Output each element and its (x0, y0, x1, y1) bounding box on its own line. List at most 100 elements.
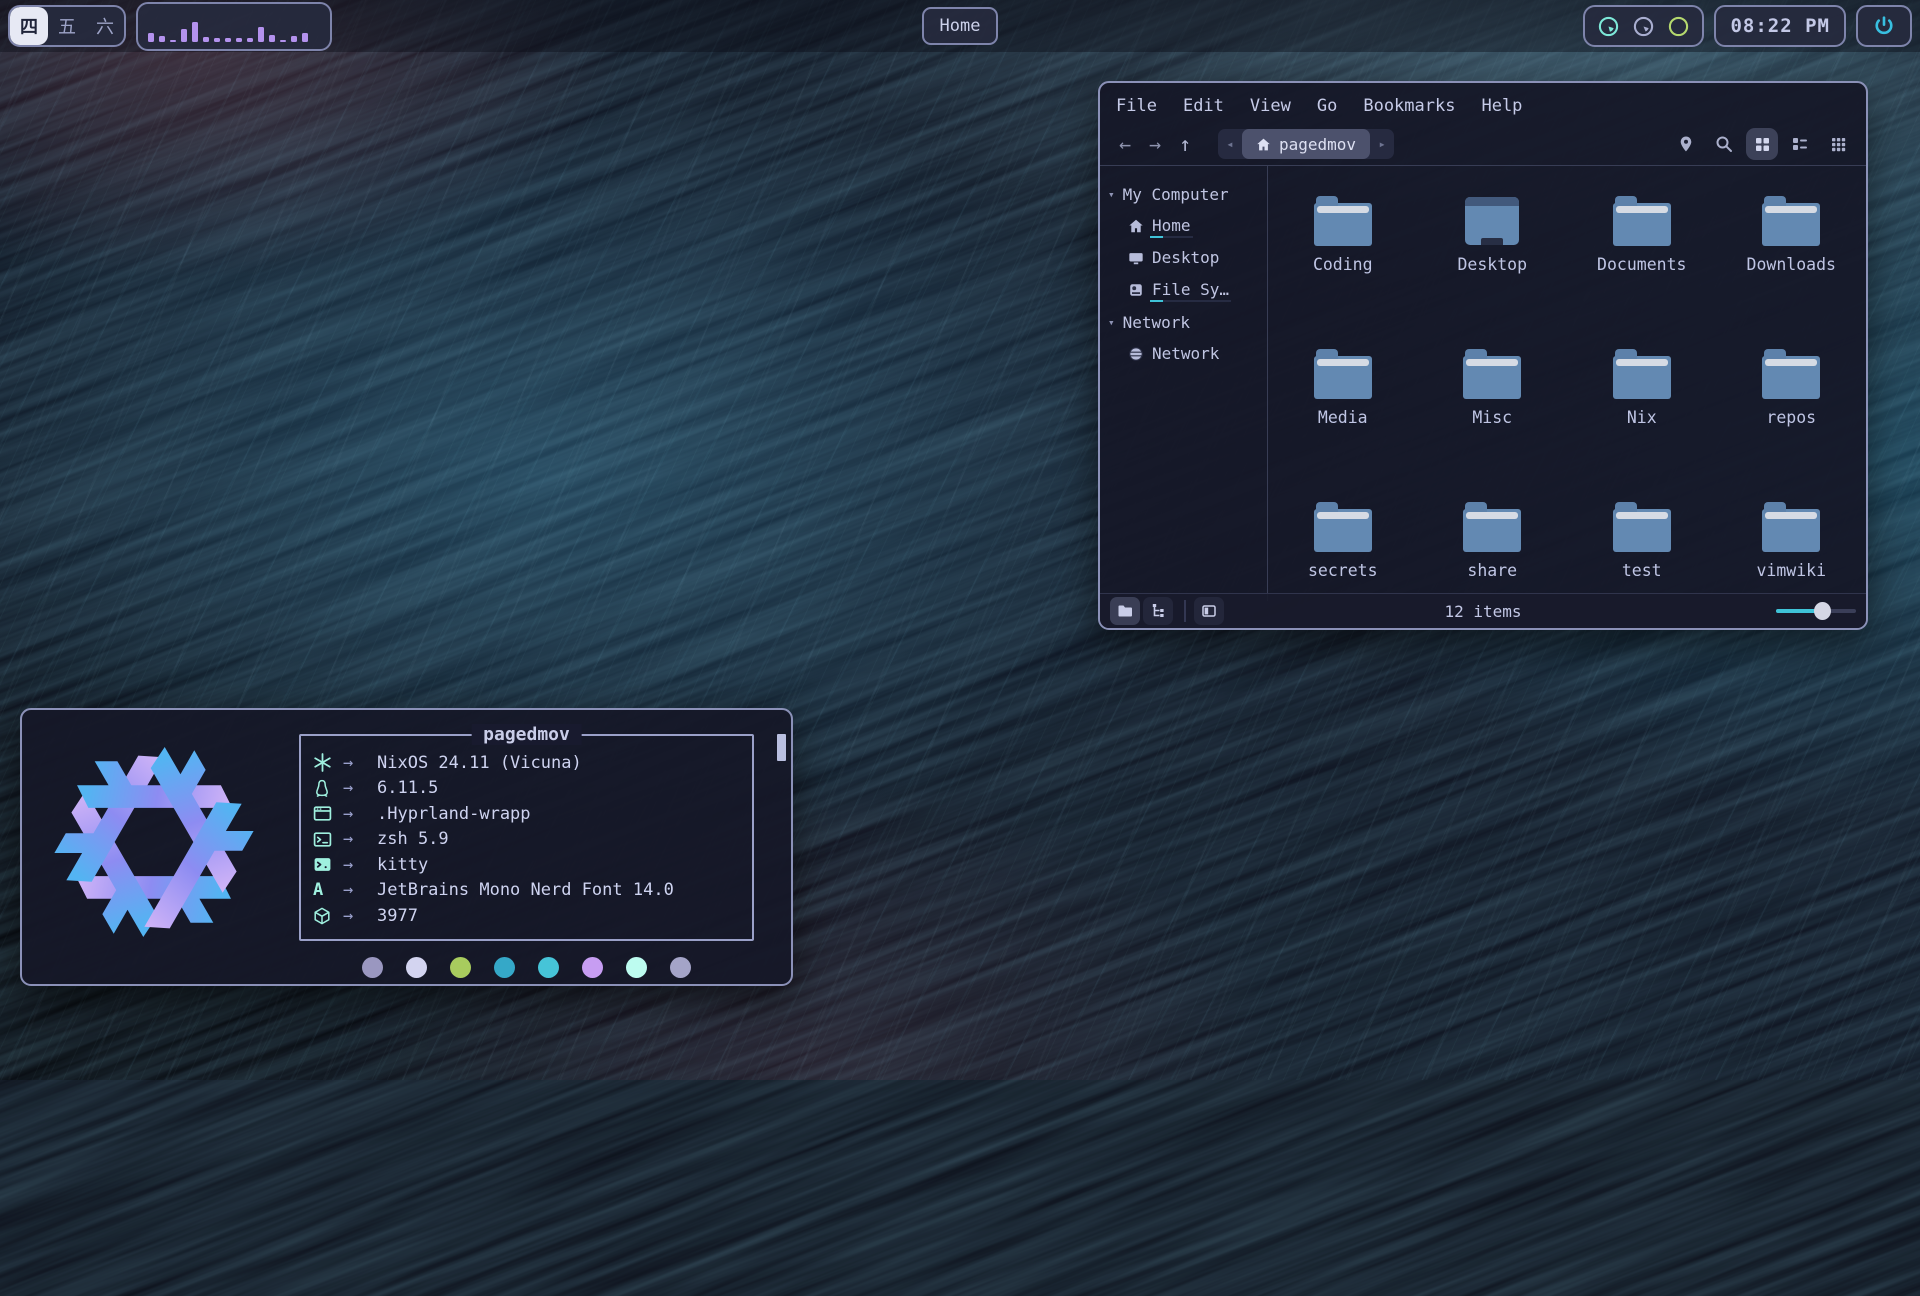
path-scroll-right-icon[interactable]: ▸ (1370, 137, 1394, 151)
menu-item-go[interactable]: Go (1317, 96, 1337, 116)
palette-color-4 (538, 957, 559, 978)
visualizer-bar (247, 38, 253, 42)
folder-icon (1314, 196, 1372, 246)
fetch-row-kernel: →6.11.5 (313, 776, 738, 802)
menu-item-view[interactable]: View (1250, 96, 1291, 116)
folder-repos[interactable]: repos (1717, 335, 1867, 488)
folder-icon (1613, 196, 1671, 246)
folder-downloads[interactable]: Downloads (1717, 182, 1867, 335)
sidebar-item-network[interactable]: Network (1100, 338, 1267, 370)
folder-icon (1613, 349, 1671, 399)
sidebar-section-my-computer[interactable]: ▾My Computer (1100, 178, 1267, 210)
show-tree-button[interactable] (1143, 597, 1173, 625)
folder-label: Coding (1313, 255, 1373, 274)
visualizer-bar (236, 38, 242, 42)
toggle-side-pane-button[interactable] (1194, 597, 1224, 625)
sidebar-item-label: Desktop (1152, 248, 1219, 268)
list-view-button[interactable] (1784, 128, 1816, 160)
status-divider (1184, 600, 1186, 622)
visualizer-bar (225, 38, 231, 42)
gauge-lavender-icon (1632, 15, 1655, 38)
fetch-row-terminal: →kitty (313, 852, 738, 878)
folder-coding[interactable]: Coding (1268, 182, 1418, 335)
folder-nix[interactable]: Nix (1567, 335, 1717, 488)
folder-icon (1762, 196, 1820, 246)
active-window-title[interactable]: Home (922, 7, 999, 45)
compact-view-icon (1830, 136, 1847, 153)
sidebar-item-desktop[interactable]: Desktop (1100, 242, 1267, 274)
section-collapse-icon[interactable]: ▾ (1108, 188, 1115, 201)
folder-label: Documents (1597, 255, 1686, 274)
audio-visualizer (136, 2, 332, 51)
show-places-button[interactable] (1110, 597, 1140, 625)
visualizer-bar (280, 40, 286, 42)
packages-icon (313, 907, 343, 925)
sidebar-item-home[interactable]: Home (1100, 210, 1267, 242)
palette-color-6 (626, 957, 647, 978)
fastfetch-window: pagedmov →NixOS 24.11 (Vicuna)→6.11.5→.H… (20, 708, 793, 986)
path-scroll-left-icon[interactable]: ◂ (1218, 137, 1242, 151)
system-gauges[interactable] (1583, 5, 1704, 47)
folder-label: secrets (1308, 561, 1378, 580)
path-segment-label: pagedmov (1279, 135, 1356, 154)
menu-item-file[interactable]: File (1116, 96, 1157, 116)
folder-icon (1463, 502, 1521, 552)
toolbar: ← → ↑ ◂ pagedmov ▸ (1100, 123, 1866, 166)
compact-view-button[interactable] (1822, 128, 1854, 160)
fastfetch-rows: →NixOS 24.11 (Vicuna)→6.11.5→.Hyprland-w… (313, 750, 738, 929)
up-button[interactable]: ↑ (1170, 129, 1200, 159)
folder-misc[interactable]: Misc (1418, 335, 1568, 488)
clock[interactable]: 08:22 PM (1714, 5, 1846, 47)
home-icon (1256, 137, 1271, 152)
nixos-logo (48, 736, 260, 948)
fastfetch-box: pagedmov →NixOS 24.11 (Vicuna)→6.11.5→.H… (299, 734, 754, 941)
power-button[interactable] (1856, 5, 1912, 47)
fetch-value: zsh 5.9 (377, 829, 449, 849)
list-view-icon (1791, 135, 1809, 153)
folder-label: vimwiki (1756, 561, 1826, 580)
location-button[interactable] (1670, 128, 1702, 160)
palette-color-5 (582, 957, 603, 978)
status-bar: 12 items (1100, 593, 1866, 628)
places-folder-icon (1117, 603, 1133, 619)
filesystem-icon (1128, 282, 1144, 298)
zoom-slider-thumb[interactable] (1814, 602, 1831, 620)
visualizer-bar (192, 22, 198, 42)
folder-icon (1762, 502, 1820, 552)
folder-desktop[interactable]: Desktop (1418, 182, 1568, 335)
nixos-snowflake-icon (48, 736, 260, 948)
zoom-slider[interactable] (1776, 601, 1856, 621)
grid-view-icon (1754, 136, 1771, 153)
visualizer-bar (181, 29, 187, 42)
search-button[interactable] (1708, 128, 1740, 160)
workspace-button-五[interactable]: 五 (48, 7, 86, 45)
icon-view-button[interactable] (1746, 128, 1778, 160)
menu-item-edit[interactable]: Edit (1183, 96, 1224, 116)
folder-label: Downloads (1747, 255, 1836, 274)
visualizer-bar (148, 33, 154, 42)
folder-media[interactable]: Media (1268, 335, 1418, 488)
section-collapse-icon[interactable]: ▾ (1108, 316, 1115, 329)
folder-icon (1613, 502, 1671, 552)
folder-documents[interactable]: Documents (1567, 182, 1717, 335)
visualizer-bar (203, 37, 209, 42)
path-bar[interactable]: ◂ pagedmov ▸ (1218, 129, 1394, 159)
palette-color-0 (362, 957, 383, 978)
workspace-button-六[interactable]: 六 (86, 7, 124, 45)
path-segment-home[interactable]: pagedmov (1242, 129, 1370, 159)
folder-icon (1314, 349, 1372, 399)
fetch-value: JetBrains Mono Nerd Font 14.0 (377, 880, 674, 900)
folder-label: repos (1766, 408, 1816, 427)
back-button[interactable]: ← (1110, 129, 1140, 159)
workspace-button-四[interactable]: 四 (10, 7, 48, 45)
forward-button[interactable]: → (1140, 129, 1170, 159)
desktop-icon (1128, 250, 1144, 266)
menu-item-help[interactable]: Help (1481, 96, 1522, 116)
workspace-switcher[interactable]: 四五六 (8, 5, 126, 47)
sidebar-section-network[interactable]: ▾Network (1100, 306, 1267, 338)
sidebar-item-filesy[interactable]: File Sy… (1100, 274, 1267, 306)
top-bar: 四五六 Home 08:22 PM (0, 0, 1920, 52)
sidebar-item-label: File Sy… (1152, 280, 1229, 300)
visualizer-bar (302, 33, 308, 42)
menu-item-bookmarks[interactable]: Bookmarks (1363, 96, 1455, 116)
